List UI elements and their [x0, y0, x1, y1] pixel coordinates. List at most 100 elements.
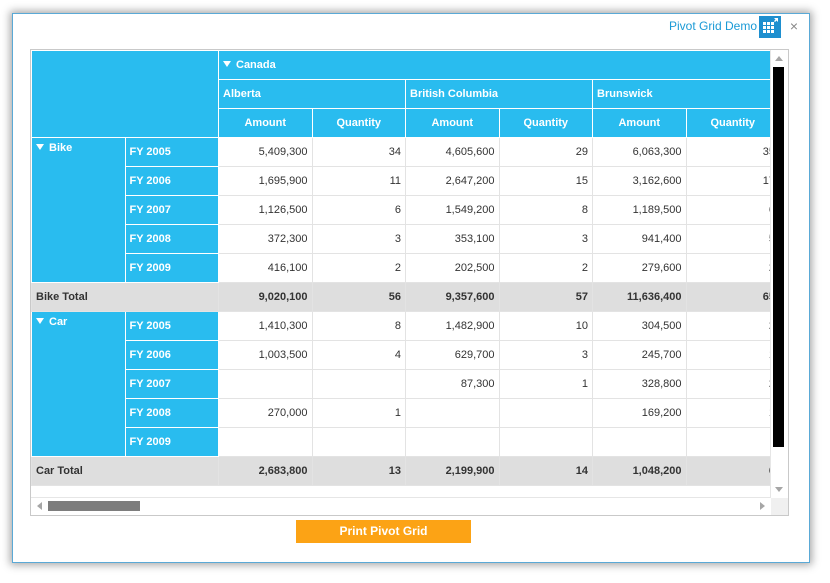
- column-header-province[interactable]: Brunswick: [592, 79, 780, 109]
- data-cell[interactable]: 6,063,300: [592, 137, 687, 167]
- data-cell[interactable]: 2,647,200: [405, 166, 500, 196]
- column-header-measure[interactable]: Amount: [405, 108, 500, 138]
- horizontal-scroll-thumb[interactable]: [48, 501, 140, 511]
- data-cell[interactable]: 1: [685, 340, 780, 370]
- row-header-year[interactable]: FY 2007: [124, 369, 219, 399]
- data-cell[interactable]: 279,600: [592, 253, 687, 283]
- data-cell[interactable]: 1,126,500: [218, 195, 313, 225]
- data-cell[interactable]: 35: [685, 137, 780, 167]
- total-cell[interactable]: 1,048,200: [592, 456, 687, 486]
- data-cell[interactable]: [685, 427, 780, 457]
- data-cell[interactable]: [498, 398, 593, 428]
- column-header-measure[interactable]: Quantity: [498, 108, 593, 138]
- data-cell[interactable]: 416,100: [218, 253, 313, 283]
- row-header-year[interactable]: FY 2006: [124, 340, 219, 370]
- row-header-year[interactable]: FY 2007: [124, 195, 219, 225]
- data-cell[interactable]: [218, 427, 313, 457]
- data-cell[interactable]: [405, 398, 500, 428]
- data-cell[interactable]: 34: [311, 137, 406, 167]
- row-header-year[interactable]: FY 2006: [124, 166, 219, 196]
- data-cell[interactable]: 941,400: [592, 224, 687, 254]
- scroll-down-icon[interactable]: [775, 487, 783, 492]
- data-cell[interactable]: 6: [685, 195, 780, 225]
- total-cell[interactable]: 6: [685, 456, 780, 486]
- data-cell[interactable]: 2: [311, 253, 406, 283]
- data-cell[interactable]: 17: [685, 166, 780, 196]
- collapse-triangle-icon[interactable]: [36, 318, 44, 324]
- data-cell[interactable]: 8: [498, 195, 593, 225]
- collapse-triangle-icon[interactable]: [36, 144, 44, 150]
- row-header-year[interactable]: FY 2005: [124, 137, 219, 167]
- row-header-year[interactable]: FY 2009: [124, 253, 219, 283]
- row-header-group[interactable]: Car: [31, 311, 126, 457]
- total-cell[interactable]: 65: [685, 282, 780, 312]
- data-cell[interactable]: 202,500: [405, 253, 500, 283]
- row-header-year[interactable]: FY 2009: [124, 427, 219, 457]
- data-cell[interactable]: 1,189,500: [592, 195, 687, 225]
- total-cell[interactable]: 14: [498, 456, 593, 486]
- data-cell[interactable]: 3: [498, 224, 593, 254]
- data-cell[interactable]: 6: [311, 195, 406, 225]
- scroll-up-icon[interactable]: [775, 56, 783, 61]
- horizontal-scrollbar[interactable]: [31, 497, 771, 515]
- column-header-province[interactable]: British Columbia: [405, 79, 593, 109]
- data-cell[interactable]: 1,003,500: [218, 340, 313, 370]
- column-header-measure[interactable]: Amount: [592, 108, 687, 138]
- total-cell[interactable]: 9,020,100: [218, 282, 313, 312]
- data-cell[interactable]: [218, 369, 313, 399]
- data-cell[interactable]: 1: [498, 369, 593, 399]
- row-header-year[interactable]: FY 2008: [124, 224, 219, 254]
- total-cell[interactable]: 56: [311, 282, 406, 312]
- data-cell[interactable]: 15: [498, 166, 593, 196]
- data-cell[interactable]: 1: [685, 398, 780, 428]
- total-cell[interactable]: 13: [311, 456, 406, 486]
- data-cell[interactable]: 29: [498, 137, 593, 167]
- data-cell[interactable]: 304,500: [592, 311, 687, 341]
- total-cell[interactable]: 11,636,400: [592, 282, 687, 312]
- column-header-country[interactable]: Canada: [218, 50, 788, 80]
- data-cell[interactable]: 629,700: [405, 340, 500, 370]
- row-header-year[interactable]: FY 2008: [124, 398, 219, 428]
- scroll-left-icon[interactable]: [37, 502, 42, 510]
- data-cell[interactable]: 2: [498, 253, 593, 283]
- grid-settings-icon[interactable]: [759, 16, 781, 38]
- data-cell[interactable]: 2: [685, 253, 780, 283]
- data-cell[interactable]: 1,482,900: [405, 311, 500, 341]
- data-cell[interactable]: [405, 427, 500, 457]
- collapse-triangle-icon[interactable]: [223, 61, 231, 67]
- print-pivot-grid-button[interactable]: Print Pivot Grid: [296, 520, 471, 543]
- vertical-scroll-thumb[interactable]: [773, 67, 784, 447]
- data-cell[interactable]: 8: [311, 311, 406, 341]
- total-cell[interactable]: 57: [498, 282, 593, 312]
- data-cell[interactable]: 87,300: [405, 369, 500, 399]
- data-cell[interactable]: 1: [311, 398, 406, 428]
- total-cell[interactable]: 9,357,600: [405, 282, 500, 312]
- data-cell[interactable]: 270,000: [218, 398, 313, 428]
- data-cell[interactable]: 5,409,300: [218, 137, 313, 167]
- data-cell[interactable]: 2: [685, 369, 780, 399]
- data-cell[interactable]: [592, 427, 687, 457]
- column-header-province[interactable]: Alberta: [218, 79, 406, 109]
- data-cell[interactable]: 5: [685, 224, 780, 254]
- column-header-measure[interactable]: Quantity: [311, 108, 406, 138]
- total-cell[interactable]: 2,683,800: [218, 456, 313, 486]
- data-cell[interactable]: 4,605,600: [405, 137, 500, 167]
- data-cell[interactable]: [311, 369, 406, 399]
- row-header-year[interactable]: FY 2005: [124, 311, 219, 341]
- vertical-scrollbar[interactable]: [770, 50, 788, 498]
- close-icon[interactable]: ×: [787, 17, 801, 35]
- data-cell[interactable]: 3: [498, 340, 593, 370]
- data-cell[interactable]: 11: [311, 166, 406, 196]
- column-header-measure[interactable]: Quantity: [685, 108, 780, 138]
- data-cell[interactable]: [498, 427, 593, 457]
- data-cell[interactable]: 3,162,600: [592, 166, 687, 196]
- data-cell[interactable]: 1,549,200: [405, 195, 500, 225]
- data-cell[interactable]: 169,200: [592, 398, 687, 428]
- data-cell[interactable]: 3: [311, 224, 406, 254]
- total-cell[interactable]: 2,199,900: [405, 456, 500, 486]
- data-cell[interactable]: 245,700: [592, 340, 687, 370]
- data-cell[interactable]: 328,800: [592, 369, 687, 399]
- data-cell[interactable]: 10: [498, 311, 593, 341]
- data-cell[interactable]: [311, 427, 406, 457]
- data-cell[interactable]: 1,410,300: [218, 311, 313, 341]
